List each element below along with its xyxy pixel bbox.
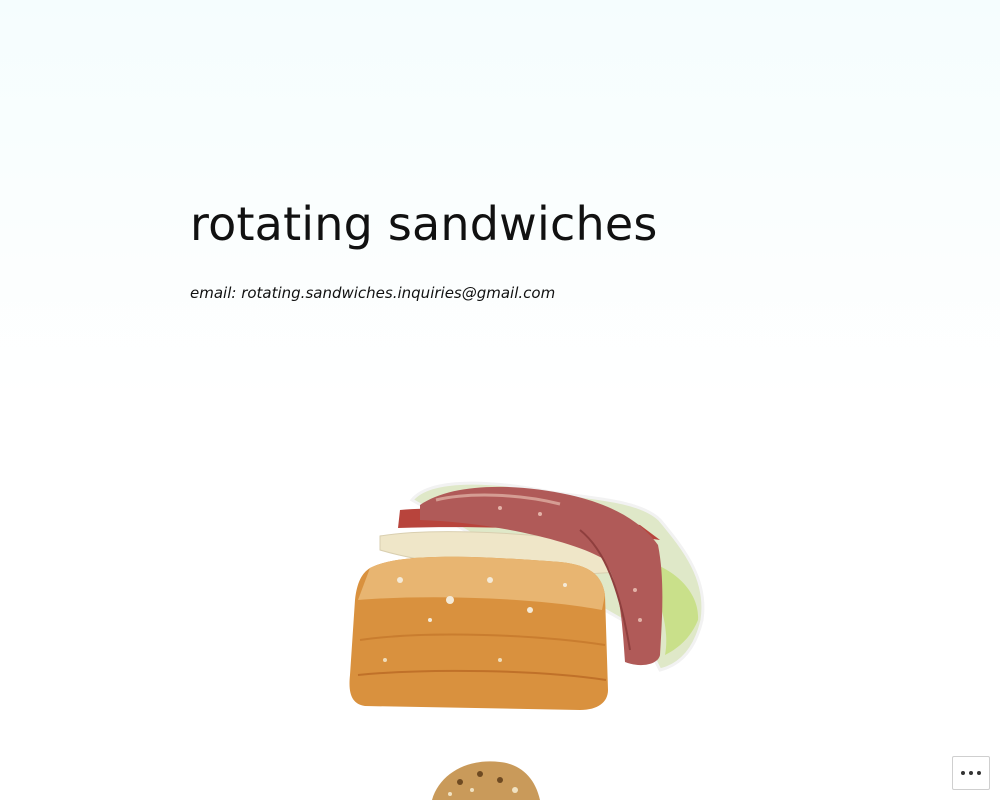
sandwich-image xyxy=(349,481,705,710)
ellipsis-icon xyxy=(959,771,983,775)
sandwich-image-secondary xyxy=(432,761,540,800)
page: rotating sandwiches email: rotating.sand… xyxy=(0,0,1000,800)
contact-email: email: rotating.sandwiches.inquiries@gma… xyxy=(190,284,556,302)
more-options-button[interactable] xyxy=(952,756,990,790)
site-title[interactable]: rotating sandwiches xyxy=(190,194,657,254)
